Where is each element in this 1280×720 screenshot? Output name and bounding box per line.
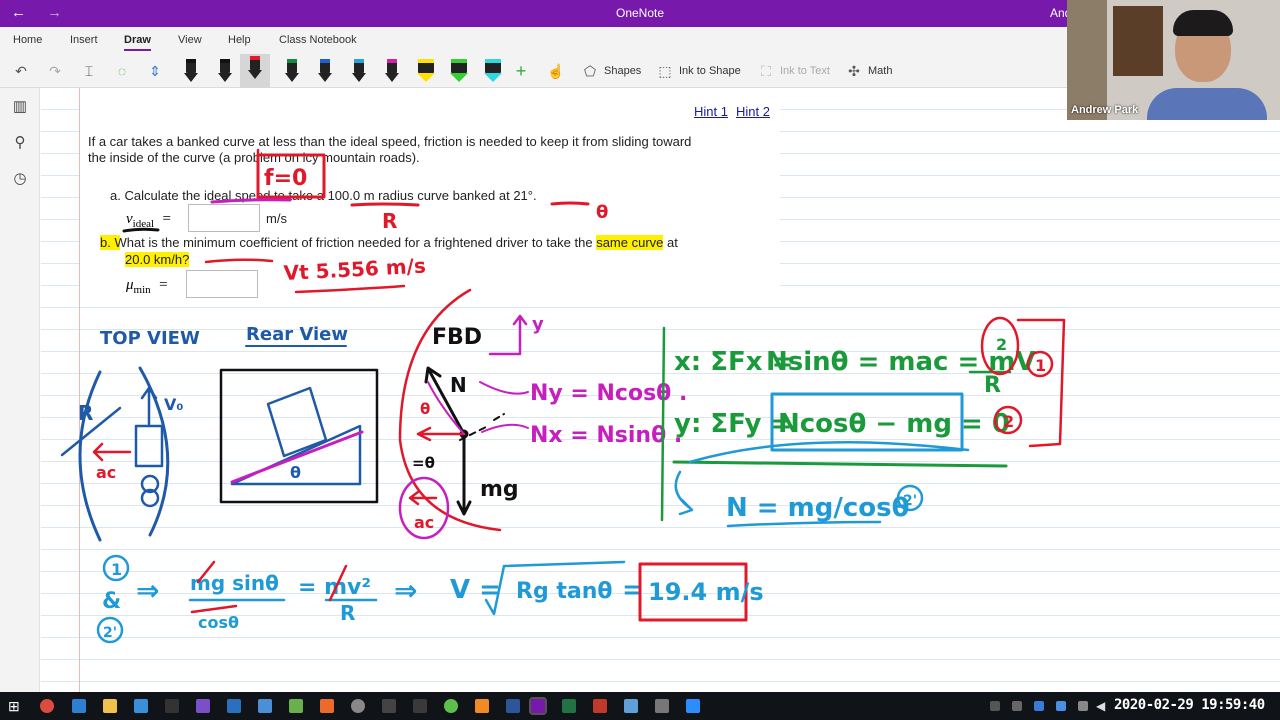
- eq-n-result: N = mg/cosθ: [726, 493, 909, 523]
- combine-rhs-den: R: [340, 601, 355, 625]
- webcam-hair: [1173, 10, 1233, 36]
- eq-2p-number: 2': [903, 493, 917, 509]
- tray-icon-2[interactable]: [1012, 701, 1022, 711]
- eq-y-prefix: y: ΣFy =: [674, 409, 792, 439]
- webcam-door: [1113, 6, 1163, 76]
- fbd-ac-label: ac: [414, 513, 434, 532]
- result-arrow: ⇒: [394, 574, 417, 607]
- fbd-mg-label: mg: [480, 477, 519, 502]
- speed-underline: [204, 258, 274, 264]
- app-icon-11[interactable]: [444, 699, 458, 713]
- equations-bracket: [1016, 318, 1066, 448]
- tray-icon-5[interactable]: [1078, 701, 1088, 711]
- webcam-overlay: Andrew Park: [1067, 0, 1280, 120]
- eq-2-number: 2: [1003, 412, 1014, 431]
- app-icon-1[interactable]: [72, 699, 86, 713]
- windows-start-icon[interactable]: ⊞: [8, 699, 22, 713]
- fbd-axes: [488, 314, 528, 356]
- app-icon-10[interactable]: [413, 699, 427, 713]
- fbd-nx-connector: [481, 423, 529, 433]
- result-root-content: Rg tanθ: [516, 579, 613, 604]
- vt-value: Vt 5.556 m/s: [283, 254, 426, 285]
- top-view-ac: ac: [96, 463, 116, 482]
- app-icon-8[interactable]: [351, 699, 365, 713]
- combine-arrow: ⇒: [136, 574, 159, 607]
- app-icon-7[interactable]: [320, 699, 334, 713]
- fbd-ny-connector: [479, 381, 529, 395]
- equations-underline: [672, 460, 1008, 468]
- fbd-weight: [456, 432, 472, 516]
- tray-icon-3[interactable]: [1034, 701, 1044, 711]
- app-icon-3[interactable]: [196, 699, 210, 713]
- step-ampersand: &: [102, 589, 121, 614]
- rear-view-theta: θ: [290, 463, 301, 482]
- ideal-underline: [210, 198, 292, 204]
- step-2-number: 2': [103, 625, 117, 641]
- top-view-v0: V₀: [164, 395, 183, 414]
- eq-n-arrow: [674, 470, 694, 516]
- pdf-icon[interactable]: [593, 699, 607, 713]
- tray-icon-4[interactable]: [1056, 701, 1066, 711]
- rear-view-label: Rear View: [246, 324, 348, 345]
- excel-icon[interactable]: [562, 699, 576, 713]
- top-view-car: [134, 424, 164, 468]
- v-ideal-underline: [122, 227, 160, 233]
- calculator-icon[interactable]: [655, 699, 669, 713]
- app-icon-5[interactable]: [258, 699, 272, 713]
- vlc-icon[interactable]: [475, 699, 489, 713]
- volume-icon[interactable]: ◀: [1096, 699, 1110, 713]
- eq-x-R: R: [984, 373, 1001, 398]
- top-view-label: TOP VIEW: [100, 328, 200, 349]
- combine-denominator: cosθ: [198, 613, 239, 632]
- fbd-y-axis: y: [532, 314, 544, 335]
- eq-y-link-curve: [688, 441, 970, 464]
- chrome-icon[interactable]: [40, 699, 54, 713]
- onenote-icon[interactable]: [529, 697, 547, 715]
- top-view-R: R: [78, 401, 93, 425]
- mail-icon[interactable]: [134, 699, 148, 713]
- eq-y-body: Ncosθ − mg = 0: [778, 409, 1010, 439]
- app-icon-4[interactable]: [227, 699, 241, 713]
- fbd-theta-eq: =θ: [412, 454, 435, 472]
- windows-taskbar: ⊞ ◀ 2020-02-29 19:59:40: [0, 692, 1280, 720]
- equations-divider: [660, 326, 666, 522]
- eq-1-number: 1: [1035, 356, 1046, 375]
- app-icon-12[interactable]: [624, 699, 638, 713]
- top-view-velocity-arrow: [140, 386, 158, 426]
- app-icon-6[interactable]: [289, 699, 303, 713]
- taskbar-clock[interactable]: 2020-02-29 19:59:40: [1114, 697, 1265, 713]
- fbd-N-label: N: [450, 373, 467, 397]
- vt-underline: [294, 284, 406, 294]
- radius-R-label: R: [382, 209, 397, 233]
- app-icon-2[interactable]: [165, 699, 179, 713]
- result-lhs: V =: [450, 575, 501, 605]
- fbd-label: FBD: [432, 325, 482, 350]
- result-value: 19.4 m/s: [648, 578, 764, 606]
- combine-rhs: = mv²: [298, 575, 371, 600]
- webcam-name: Andrew Park: [1071, 104, 1139, 116]
- zoom-icon[interactable]: [686, 699, 700, 713]
- fbd-nx-component: [416, 426, 466, 442]
- angle-theta-label: θ: [596, 202, 608, 223]
- webcam-shirt: [1147, 88, 1267, 120]
- fbd-theta: θ: [420, 400, 430, 418]
- eq-x-exponent: 2: [996, 335, 1007, 354]
- app-icon-9[interactable]: [382, 699, 396, 713]
- file-explorer-icon[interactable]: [103, 699, 117, 713]
- step-1-number: 1: [111, 560, 122, 579]
- webcam-bookshelf: [1067, 0, 1107, 120]
- f-equals-zero-annotation: f=0: [256, 148, 326, 202]
- word-icon[interactable]: [506, 699, 520, 713]
- nx-equation: Nx = Nsinθ .: [530, 423, 682, 448]
- radius-underline: [350, 202, 420, 207]
- top-view-ac-arrow: [92, 442, 132, 462]
- tray-icon-1[interactable]: [990, 701, 1000, 711]
- angle-underline: [550, 201, 590, 206]
- f-zero-text: f=0: [264, 166, 307, 191]
